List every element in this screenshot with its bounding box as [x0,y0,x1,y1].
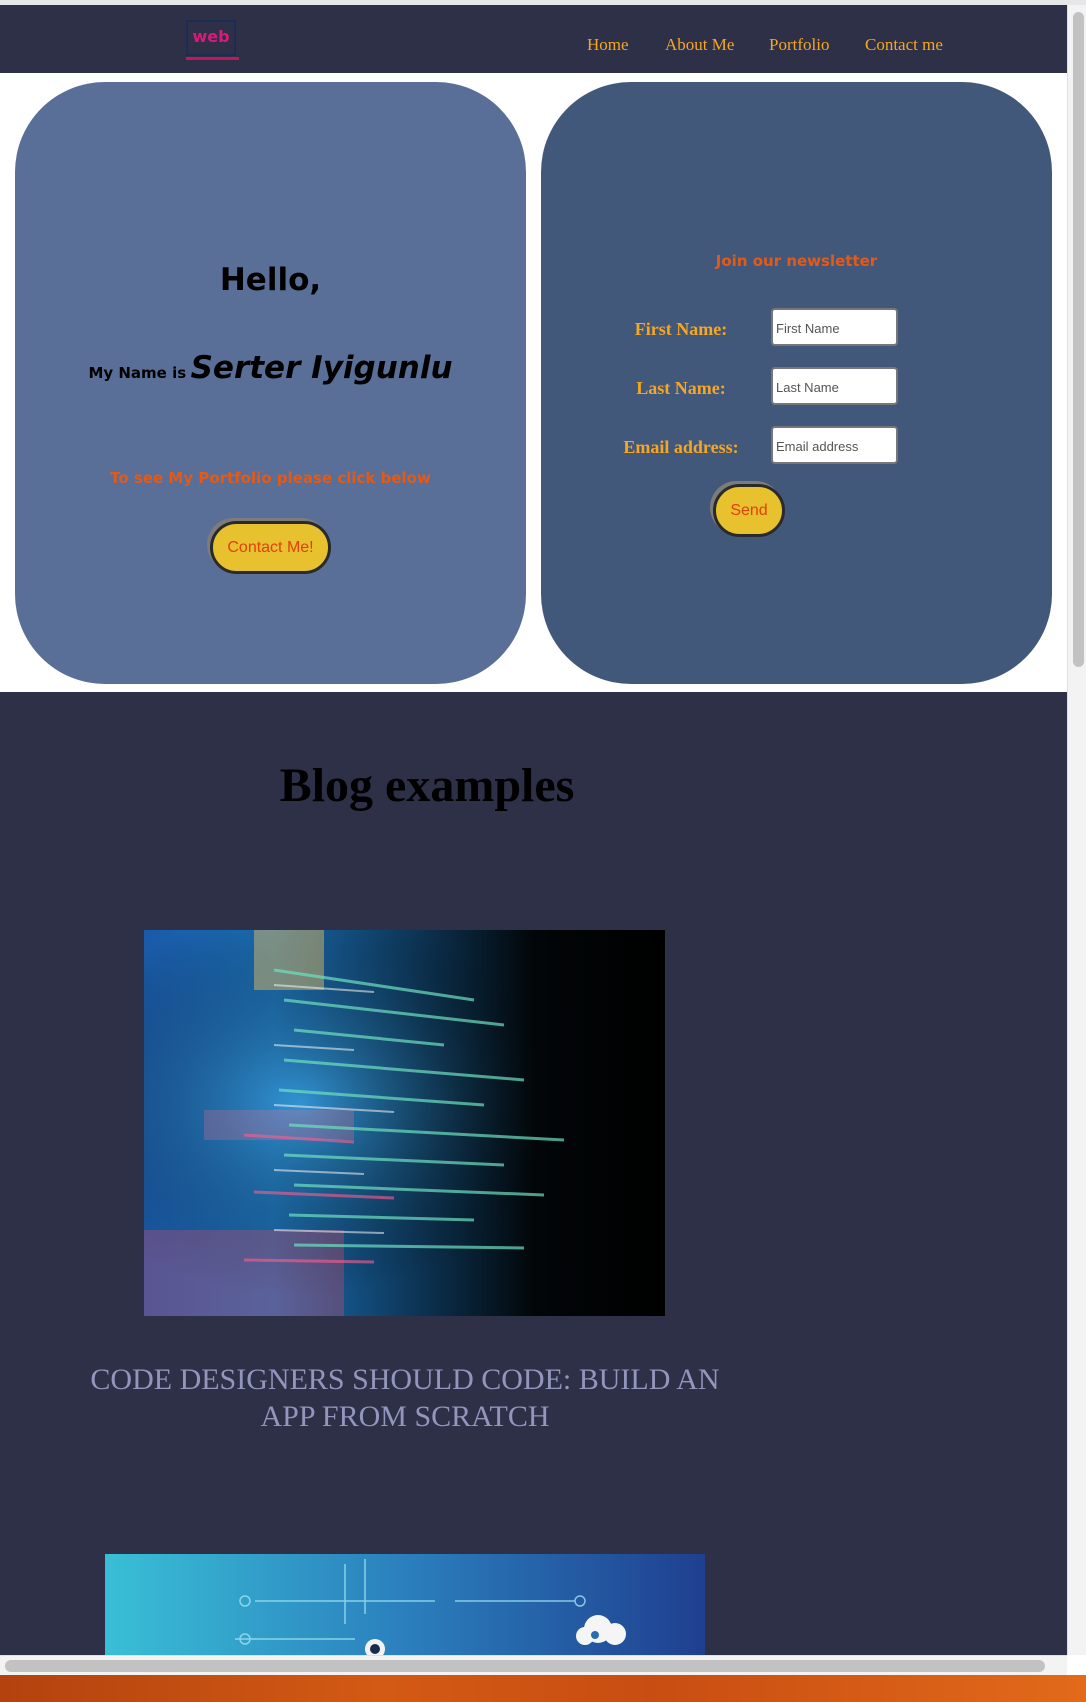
web-page: web Home About Me Portfolio Contact me H… [0,5,1067,1655]
navbar: web Home About Me Portfolio Contact me [0,5,1067,73]
email-label: Email address: [623,437,739,457]
greeting-heading: Hello, [219,262,322,298]
newsletter-title: Join our newsletter [715,252,878,270]
last-name-input[interactable] [771,367,898,405]
desktop-background [0,1675,1086,1702]
code-screen-image[interactable] [144,930,665,1316]
email-input[interactable] [771,426,898,464]
author-name: Serter Iyigunlu [190,350,453,386]
nav-link-home[interactable]: Home [587,35,629,55]
horizontal-scrollbar-thumb[interactable] [5,1660,1045,1672]
blog-heading: Blog examples [279,759,575,812]
nav-link-contact-me[interactable]: Contact me [865,35,943,55]
post-title[interactable]: CODE DESIGNERS SHOULD CODE: BUILD AN APP… [60,1361,750,1435]
newsletter-card: Join our newsletter First Name: Last Nam… [541,82,1052,684]
nav-link-portfolio[interactable]: Portfolio [769,35,829,55]
first-name-label: First Name: [634,319,728,339]
vertical-scrollbar-thumb[interactable] [1073,12,1084,667]
send-button[interactable]: Send [713,484,785,537]
first-name-input[interactable] [771,308,898,346]
name-prefix: My Name is [88,364,187,382]
contact-me-button[interactable]: Contact Me! [210,521,331,574]
intro-card: Hello, My Name is Serter Iyigunlu To see… [15,82,526,684]
name-line: My Name is Serter Iyigunlu [15,350,526,386]
tech-illustration-image[interactable] [105,1554,705,1655]
portfolio-prompt: To see My Portfolio please click below [110,469,431,487]
nav-link-about-me[interactable]: About Me [665,35,734,55]
site-logo[interactable]: web [186,20,236,56]
blog-section: Blog examples CODE DESIGNERS SHOULD CODE… [0,692,1067,1655]
last-name-label: Last Name: [636,378,726,398]
logo-underline [186,57,239,60]
